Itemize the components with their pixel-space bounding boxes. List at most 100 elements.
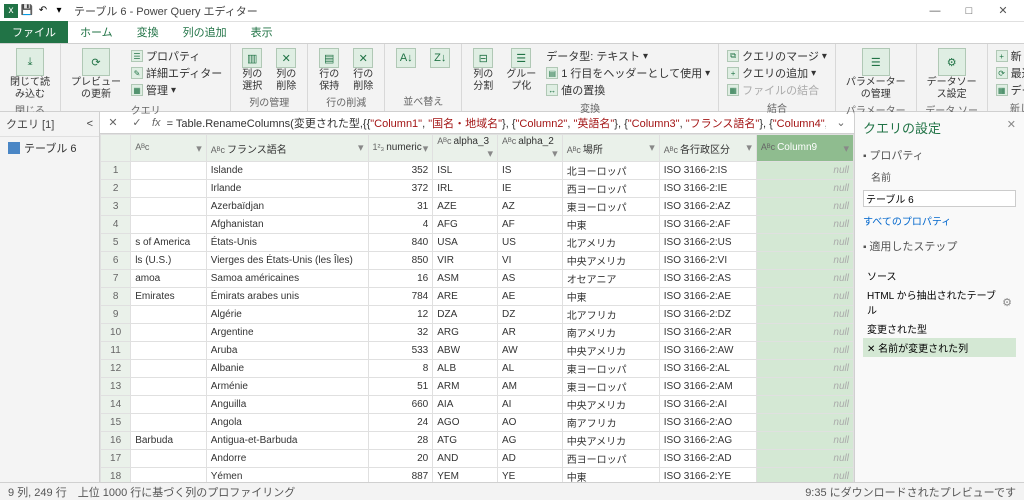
cell[interactable]: null <box>756 378 853 396</box>
cell[interactable]: AO <box>497 414 562 432</box>
rownum-cell[interactable]: 11 <box>101 342 131 360</box>
rownum-cell[interactable]: 16 <box>101 432 131 450</box>
cell[interactable]: Anguilla <box>206 396 368 414</box>
rownum-cell[interactable]: 2 <box>101 180 131 198</box>
cell[interactable]: 840 <box>368 234 433 252</box>
cell[interactable]: null <box>756 288 853 306</box>
commit-icon[interactable]: ✓ <box>128 115 146 131</box>
cell[interactable]: ISO 3166-2:AO <box>659 414 756 432</box>
cell[interactable]: 24 <box>368 414 433 432</box>
refresh-preview-button[interactable]: ⟳プレビューの更新 <box>67 46 125 102</box>
cell[interactable]: 中央アメリカ <box>562 432 659 450</box>
cell[interactable]: ISO 3166-2:AD <box>659 450 756 468</box>
cell[interactable] <box>131 198 207 216</box>
sort-desc-button[interactable]: Z↓ <box>425 46 455 70</box>
cell[interactable]: AND <box>433 450 498 468</box>
expand-icon[interactable]: ⌄ <box>832 115 850 131</box>
cell[interactable]: ISO 3166-2:US <box>659 234 756 252</box>
column-header[interactable]: 1²₃numeric▾ <box>368 135 433 162</box>
cell[interactable]: amoa <box>131 270 207 288</box>
cell[interactable]: 西ヨーロッパ <box>562 180 659 198</box>
cell[interactable] <box>131 378 207 396</box>
applied-step[interactable]: 変更された型 <box>863 319 1016 338</box>
cell[interactable]: Angola <box>206 414 368 432</box>
column-header[interactable]: Aᴮcフランス語名▾ <box>206 135 368 162</box>
cell[interactable] <box>131 468 207 483</box>
cell[interactable]: null <box>756 234 853 252</box>
cell[interactable]: null <box>756 198 853 216</box>
cell[interactable]: AM <box>497 378 562 396</box>
cell[interactable]: ISO 3166-2:AZ <box>659 198 756 216</box>
cell[interactable]: ISO 3166-2:AF <box>659 216 756 234</box>
merge-queries-button[interactable]: ⧉クエリのマージ ▾ <box>727 48 827 64</box>
cell[interactable]: ISO 3166-2:IS <box>659 162 756 180</box>
cell[interactable]: ARG <box>433 324 498 342</box>
formula-text[interactable]: = Table.RenameColumns(変更された型,{{"Column1"… <box>167 115 826 131</box>
cell[interactable]: Islande <box>206 162 368 180</box>
cell[interactable]: 東ヨーロッパ <box>562 378 659 396</box>
cell[interactable]: 16 <box>368 270 433 288</box>
cell[interactable]: ABW <box>433 342 498 360</box>
datasource-settings-button[interactable]: ⚙データソース設定 <box>923 46 981 102</box>
cell[interactable]: US <box>497 234 562 252</box>
cell[interactable]: Aruba <box>206 342 368 360</box>
groupby-button[interactable]: ☰グループ化 <box>502 46 540 94</box>
cell[interactable]: IS <box>497 162 562 180</box>
cell[interactable] <box>131 180 207 198</box>
remove-rows-button[interactable]: ✕行の削除 <box>348 46 378 94</box>
cell[interactable]: AD <box>497 450 562 468</box>
cell[interactable]: 東ヨーロッパ <box>562 198 659 216</box>
cell[interactable]: AGO <box>433 414 498 432</box>
cell[interactable]: ISO 3166-2:AS <box>659 270 756 288</box>
close-settings-icon[interactable]: ✕ <box>1007 118 1016 137</box>
cell[interactable]: 51 <box>368 378 433 396</box>
cell[interactable]: ls (U.S.) <box>131 252 207 270</box>
cell[interactable] <box>131 216 207 234</box>
cell[interactable]: AZ <box>497 198 562 216</box>
sort-asc-button[interactable]: A↓ <box>391 46 421 70</box>
cell[interactable]: Samoa américaines <box>206 270 368 288</box>
cell[interactable]: IE <box>497 180 562 198</box>
cell[interactable]: null <box>756 360 853 378</box>
cell[interactable]: Emirates <box>131 288 207 306</box>
cell[interactable]: ALB <box>433 360 498 378</box>
cell[interactable]: DZA <box>433 306 498 324</box>
cell[interactable] <box>131 414 207 432</box>
replace-values-button[interactable]: ↔値の置換 <box>546 82 710 98</box>
rownum-cell[interactable]: 14 <box>101 396 131 414</box>
cell[interactable]: AR <box>497 324 562 342</box>
cell[interactable]: Irlande <box>206 180 368 198</box>
cell[interactable] <box>131 162 207 180</box>
cell[interactable]: null <box>756 450 853 468</box>
use-first-row-button[interactable]: ▤1 行目をヘッダーとして使用 ▾ <box>546 65 710 81</box>
cell[interactable]: 32 <box>368 324 433 342</box>
cell[interactable]: 南アメリカ <box>562 324 659 342</box>
all-properties-link[interactable]: すべてのプロパティ <box>863 213 1016 228</box>
cell[interactable]: Vierges des États-Unis (les Îles) <box>206 252 368 270</box>
tab-home[interactable]: ホーム <box>68 21 125 43</box>
rownum-cell[interactable]: 9 <box>101 306 131 324</box>
rownum-cell[interactable]: 3 <box>101 198 131 216</box>
rownum-cell[interactable]: 17 <box>101 450 131 468</box>
cell[interactable]: ISO 3166-2:IE <box>659 180 756 198</box>
cell[interactable]: 12 <box>368 306 433 324</box>
cell[interactable]: ISO 3166-2:YE <box>659 468 756 483</box>
cell[interactable]: DZ <box>497 306 562 324</box>
remove-columns-button[interactable]: ✕列の削除 <box>271 46 301 94</box>
recent-sources-button[interactable]: ⟳最近のソース ▾ <box>996 65 1024 81</box>
cell[interactable]: 31 <box>368 198 433 216</box>
data-grid[interactable]: Aᴮc▾Aᴮcフランス語名▾1²₃numeric▾Aᴮcalpha_3▾Aᴮca… <box>100 134 854 482</box>
cell[interactable]: ISO 3166-2:AR <box>659 324 756 342</box>
rownum-cell[interactable]: 18 <box>101 468 131 483</box>
tab-addcolumn[interactable]: 列の追加 <box>171 21 239 43</box>
cell[interactable]: 660 <box>368 396 433 414</box>
cell[interactable]: Afghanistan <box>206 216 368 234</box>
dropdown-icon[interactable]: ▾ <box>52 4 66 18</box>
cell[interactable]: États-Unis <box>206 234 368 252</box>
properties-button[interactable]: ☰プロパティ <box>131 48 222 64</box>
cell[interactable]: ARE <box>433 288 498 306</box>
cell[interactable]: VIR <box>433 252 498 270</box>
close-button[interactable]: ✕ <box>986 1 1020 21</box>
cell[interactable]: 西ヨーロッパ <box>562 450 659 468</box>
enter-data-button[interactable]: ▦データの入力 <box>996 82 1024 98</box>
